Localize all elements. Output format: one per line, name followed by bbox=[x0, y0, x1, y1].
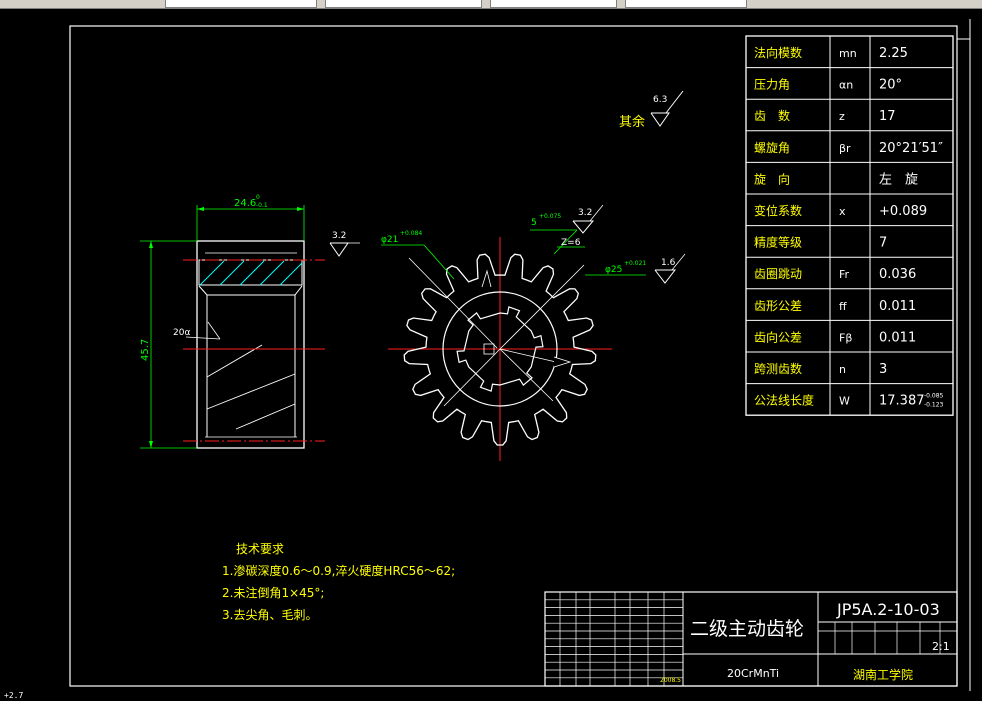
roughness-rest-value: 6.3 bbox=[653, 95, 667, 105]
drawing-canvas[interactable]: 法向模数 mn 2.25 压力角 αn 20° 齿 数 z 17 螺旋角 βr 20°21′51″ 旋 … bbox=[0, 9, 982, 691]
spline-count: Z=6 bbox=[561, 238, 581, 248]
param-symbol: Fβ bbox=[839, 331, 852, 344]
date: 2008.5 bbox=[660, 677, 681, 684]
layer-dropdown[interactable] bbox=[165, 0, 317, 8]
helix-angle-dim: 20α bbox=[173, 328, 190, 338]
hub-dia-dim: φ21 bbox=[381, 235, 398, 245]
svg-text:-0.1: -0.1 bbox=[256, 202, 268, 209]
param-symbol: n bbox=[839, 363, 846, 376]
material: 20CrMnTi bbox=[727, 667, 779, 680]
param-value: 左 旋 bbox=[879, 172, 918, 187]
drawing-number: JP5A.2-10-03 bbox=[836, 600, 940, 619]
gear-front-view: φ21 +0.084 5 +0.075 Z=6 φ25 +0.021 3.2 1… bbox=[381, 204, 686, 461]
coordinate-readout: +2.7 bbox=[4, 691, 24, 700]
lineweight-dropdown[interactable] bbox=[625, 0, 747, 8]
toolbar-strip bbox=[0, 0, 982, 9]
param-value: 20°21′51″ bbox=[879, 141, 943, 156]
param-name: 法向模数 bbox=[754, 45, 802, 60]
roughness-side: 3.2 bbox=[332, 231, 346, 241]
param-symbol: αn bbox=[839, 79, 853, 92]
width-dim: 24.6 bbox=[234, 198, 256, 209]
svg-text:+0.084: +0.084 bbox=[400, 230, 422, 237]
param-value: 7 bbox=[879, 236, 887, 251]
param-name: 齿向公差 bbox=[754, 329, 802, 344]
color-dropdown[interactable] bbox=[325, 0, 482, 8]
border-frame bbox=[69, 25, 958, 687]
param-name: 跨测齿数 bbox=[754, 361, 802, 376]
w-tol-upper: -0.085 bbox=[924, 393, 944, 400]
param-symbol: x bbox=[839, 205, 846, 218]
tech-line-2: 2.未注倒角1×45°; bbox=[222, 585, 324, 600]
svg-text:+0.075: +0.075 bbox=[539, 213, 561, 220]
param-symbol: W bbox=[839, 395, 850, 408]
param-value: 3 bbox=[879, 362, 887, 377]
technical-requirements: 技术要求 1.渗碳深度0.6～0.9,淬火硬度HRC56～62; 2.未注倒角1… bbox=[222, 542, 455, 622]
param-value: 20° bbox=[879, 78, 902, 93]
tech-line-1: 1.渗碳深度0.6～0.9,淬火硬度HRC56～62; bbox=[222, 563, 455, 578]
param-name: 压力角 bbox=[754, 78, 790, 92]
svg-text:0: 0 bbox=[256, 194, 260, 201]
scale: 2:1 bbox=[932, 640, 950, 653]
param-symbol: Fr bbox=[839, 268, 850, 281]
param-name: 变位系数 bbox=[754, 203, 802, 218]
key-width-dim: 5 bbox=[531, 218, 537, 228]
roughness-bore: 1.6 bbox=[661, 258, 676, 268]
tech-title: 技术要求 bbox=[236, 542, 284, 556]
param-value: 2.25 bbox=[879, 46, 908, 61]
param-name: 精度等级 bbox=[754, 235, 802, 250]
param-name: 齿圈跳动 bbox=[754, 267, 802, 281]
gear-side-view: 24.6 0 -0.1 45.7 20α 3.2 bbox=[140, 194, 360, 449]
param-value: 17.387 bbox=[879, 394, 925, 409]
param-value: +0.089 bbox=[879, 204, 927, 219]
cad-drawing: 法向模数 mn 2.25 压力角 αn 20° 齿 数 z 17 螺旋角 βr 20°21′51″ 旋 … bbox=[69, 19, 971, 691]
tech-line-3: 3.去尖角、毛刺。 bbox=[222, 608, 317, 622]
param-name: 公法线长度 bbox=[754, 393, 814, 408]
roughness-key: 3.2 bbox=[578, 208, 592, 218]
param-value: 0.036 bbox=[879, 267, 916, 282]
roughness-rest-label: 其余 bbox=[619, 114, 645, 130]
roughness-rest-symbol: 其余 6.3 bbox=[619, 90, 684, 130]
linetype-dropdown[interactable] bbox=[490, 0, 617, 8]
title-block: 二级主动齿轮 JP5A.2-10-03 20CrMnTi 2:1 湖南工学院 2… bbox=[544, 591, 958, 687]
svg-text:+0.021: +0.021 bbox=[624, 260, 646, 267]
param-value: 17 bbox=[879, 109, 896, 124]
param-value: 0.011 bbox=[879, 299, 916, 314]
param-name: 齿 数 bbox=[754, 108, 790, 123]
param-name: 螺旋角 bbox=[754, 141, 790, 155]
command-line[interactable]: +2.7 bbox=[0, 691, 982, 701]
bore-dia-dim: φ25 bbox=[605, 265, 622, 275]
gear-parameter-table: 法向模数 mn 2.25 压力角 αn 20° 齿 数 z 17 螺旋角 βr 20°21′51″ 旋 … bbox=[745, 35, 954, 416]
part-name: 二级主动齿轮 bbox=[690, 618, 804, 640]
param-name: 齿形公差 bbox=[754, 299, 802, 313]
w-tol-lower: -0.123 bbox=[924, 402, 944, 409]
param-symbol: mn bbox=[839, 47, 857, 60]
school-name: 湖南工学院 bbox=[853, 667, 913, 682]
param-value: 0.011 bbox=[879, 330, 916, 345]
height-dim: 45.7 bbox=[140, 339, 151, 361]
param-symbol: ff bbox=[839, 300, 847, 313]
param-symbol: z bbox=[839, 110, 845, 123]
param-symbol: βr bbox=[839, 142, 851, 155]
param-name: 旋 向 bbox=[754, 171, 790, 186]
